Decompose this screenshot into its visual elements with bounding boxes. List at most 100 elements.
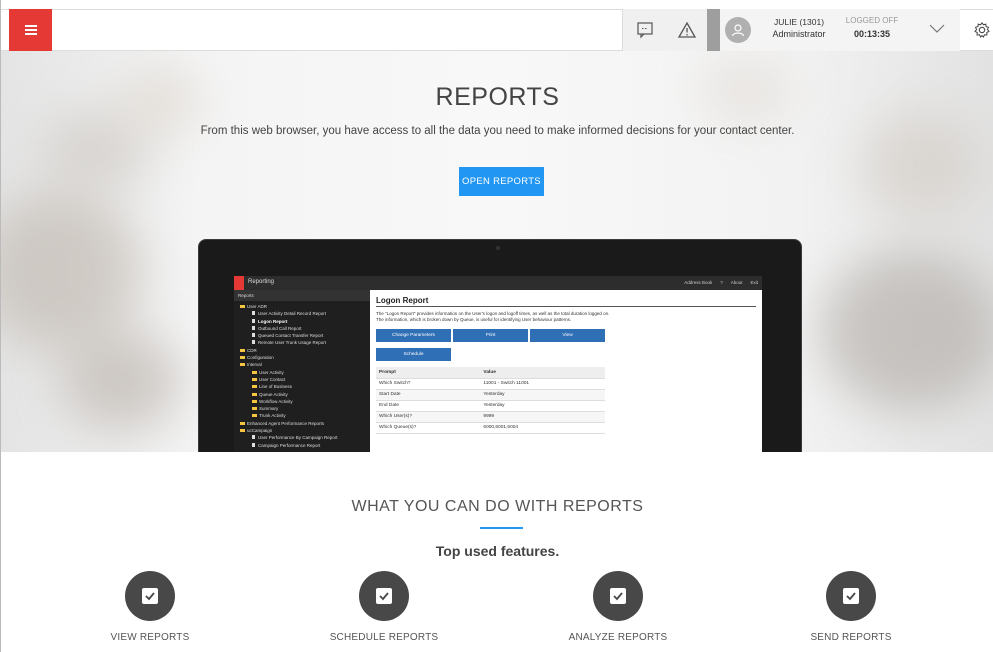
tree-item: Logon Report [238,318,366,325]
feature-schedule-reports[interactable]: SCHEDULE REPORTS [294,571,474,643]
tree-item-label: ucCampaign [247,428,273,434]
app-root: JULIE (1301) Administrator LOGGED OFF 00… [0,0,993,652]
hero-section: REPORTS From this web browser, you have … [1,51,993,452]
laptop-illustration: Reporting Address Book ? About Exit Repo… [198,239,802,452]
folder-icon [252,407,257,411]
document-icon [252,325,255,330]
tree-item: Queue Activity [238,391,366,398]
gear-icon[interactable] [973,21,991,39]
tree-item: Interval [238,361,366,368]
folder-icon [240,305,245,308]
tree-item-label: Summary [259,406,279,412]
folder-icon [252,370,257,374]
header-separator [707,9,720,51]
status-timer: 00:13:35 [853,29,891,39]
tree-item: Summary [238,405,366,412]
chevron-down-icon[interactable] [929,22,945,34]
folder-icon [252,399,257,403]
menu-button[interactable] [9,9,52,51]
chat-icon[interactable] [635,20,655,40]
folder-icon [240,348,245,352]
view-button: View [530,329,605,342]
feature-send-reports[interactable]: SEND REPORTS [761,571,941,643]
parameters-table: Prompt Value Which Switch? 11001 - Switch… [376,367,605,434]
document-icon [252,311,255,316]
tree-item: Campaign Performance Report [238,442,366,449]
tree-item-label: Remote User Trunk Usage Report [258,340,327,346]
open-reports-button[interactable]: OPEN REPORTS [459,167,544,196]
table-cell: 9999 [480,411,605,423]
tree-item-label: User Performance By Campaign Report [258,435,338,441]
camera-dot [496,246,500,250]
table-cell: Which Queue(s)? [376,422,481,434]
tree-item: ucCampaign [238,427,366,434]
folder-icon [240,429,245,433]
report-buttons: Change Parameters Print View [376,329,756,342]
tree-item-label: CDR [247,347,257,353]
laptop-screen: Reporting Address Book ? About Exit Repo… [234,276,762,452]
tree-item-label: Trunk Activity [259,413,286,419]
tree-item-label: Enhanced Agent Performance Reports [247,420,325,426]
tree-item-label: Logon Report [258,318,288,324]
document-icon [252,318,255,323]
page-subtitle: From this web browser, you have access t… [200,125,795,137]
table-cell: End Date [376,400,481,412]
tree-item-label: User Activity Detail Record Report [258,311,327,317]
tree-item-label: Queue Activity [259,391,288,397]
tree-item: CDR [238,347,366,354]
user-icon [731,24,745,37]
tree-item: User ADR [238,303,366,310]
screen-tab: ? [720,280,723,285]
report-tree: User ADR User Activity Detail Record Repo… [234,301,370,451]
table-row: Start Date Yesterday [376,389,605,401]
folder-icon [252,385,257,389]
header-icon-group [622,9,707,51]
table-header: Prompt [376,367,481,379]
screen-main: Logon Report The "Logon Report" provides… [376,296,756,452]
checkbox-icon [142,588,158,604]
hamburger-icon [24,29,37,31]
folder-icon [240,363,245,367]
table-cell: Yesterday [480,389,605,401]
table-cell: 11001 - Switch 11001 [480,378,605,390]
document-icon [252,435,255,440]
table-row: Which Queue(s)? 6000,6001,6004 [376,422,605,434]
table-cell: 6000,6001,6004 [480,422,605,434]
tree-item-label: User Contact [259,376,286,382]
app-logo [234,276,244,290]
feature-circle [826,571,876,621]
tree-item: Workflow Activity [238,398,366,405]
tree-item-label: Campaign Performance Report [258,442,321,448]
table-row: Which Switch? 11001 - Switch 11001 [376,378,605,390]
feature-label: SEND REPORTS [810,632,892,643]
checkbox-icon [610,588,626,604]
tree-item: User Activity [238,369,366,376]
feature-label: ANALYZE REPORTS [568,632,668,643]
feature-label: SCHEDULE REPORTS [329,632,439,643]
page-title: REPORTS [435,83,560,111]
folder-icon [240,356,245,360]
feature-circle [593,571,643,621]
checkbox-icon [843,588,859,604]
feature-view-reports[interactable]: VIEW REPORTS [60,571,240,643]
folder-icon [252,392,257,396]
avatar[interactable] [725,17,751,43]
user-panel[interactable]: JULIE (1301) Administrator LOGGED OFF 00… [720,9,960,51]
table-cell: Which User(s)? [376,411,481,423]
checkbox-icon [376,588,392,604]
top-bar: JULIE (1301) Administrator LOGGED OFF 00… [1,9,993,51]
tree-item: Trunk Activity [238,412,366,419]
table-row: Which User(s)? 9999 [376,411,605,423]
warning-icon[interactable] [677,20,697,40]
tree-item-label: User ADR [247,304,268,309]
screen-tab: About [730,280,743,285]
user-name: JULIE (1301) [773,17,825,27]
feature-analyze-reports[interactable]: ANALYZE REPORTS [528,571,708,643]
tree-item: Enhanced Agent Performance Reports [238,420,366,427]
features-underline [480,527,523,529]
features-subtitle: Top used features. [435,543,560,559]
screen-sidebar-header: Reports [234,290,370,301]
report-buttons-row2: Schedule [376,348,756,361]
document-icon [252,340,255,345]
table-row: End Date Yesterday [376,400,605,412]
